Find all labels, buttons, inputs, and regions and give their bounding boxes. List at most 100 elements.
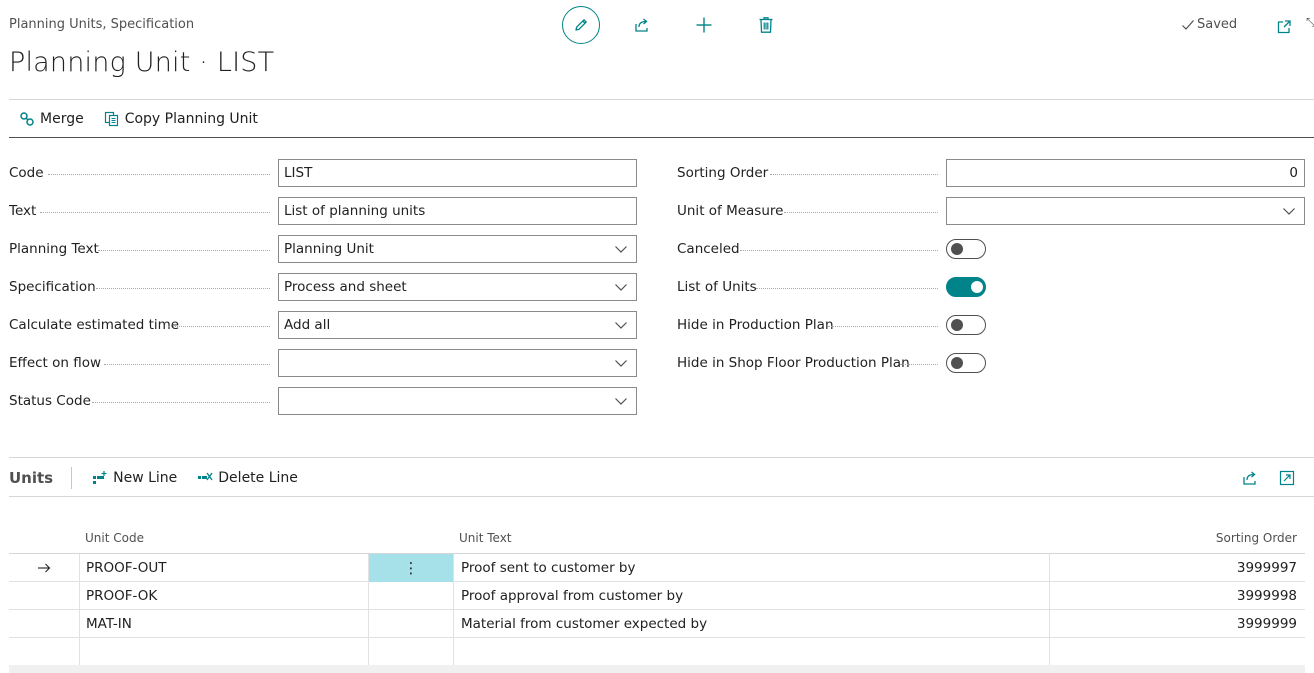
planning-text-value: Planning Unit xyxy=(284,241,374,257)
units-title[interactable]: Units xyxy=(9,467,73,489)
units-top-divider xyxy=(9,457,1314,458)
plus-icon xyxy=(696,17,712,33)
trash-icon xyxy=(759,17,773,33)
table-row[interactable]: PROOF-OK Proof approval from customer by… xyxy=(9,582,1305,610)
share-button[interactable] xyxy=(630,13,654,37)
list-of-units-toggle[interactable] xyxy=(946,277,986,297)
column-header-sorting-order[interactable]: Sorting Order xyxy=(1216,531,1297,545)
collapse-icon[interactable]: ⤡ xyxy=(1306,15,1314,30)
planning-text-select[interactable]: Planning Unit xyxy=(278,235,637,263)
leader-dots xyxy=(756,288,938,289)
sorting-order-cell[interactable]: 3999998 xyxy=(1050,582,1305,610)
field-label: List of Units xyxy=(677,279,757,295)
copy-planning-unit-button[interactable]: Copy Planning Unit xyxy=(94,100,268,138)
action-bar: Merge Copy Planning Unit xyxy=(9,100,268,138)
text-value: List of planning units xyxy=(284,203,426,219)
table-row[interactable] xyxy=(9,638,1305,666)
canceled-toggle[interactable] xyxy=(946,239,986,259)
column-header-unit-text[interactable]: Unit Text xyxy=(459,531,512,545)
unit-text-cell[interactable]: Proof sent to customer by xyxy=(454,554,1050,582)
toggle-knob xyxy=(971,281,983,293)
text-input[interactable]: List of planning units xyxy=(278,197,637,225)
new-line-button[interactable]: New Line xyxy=(72,459,187,497)
row-actions-button[interactable]: ⋮ xyxy=(369,554,454,582)
unit-code-cell[interactable]: PROOF-OUT xyxy=(80,554,369,582)
unit-of-measure-select[interactable] xyxy=(946,197,1305,225)
specification-value: Process and sheet xyxy=(284,279,407,295)
row-indicator xyxy=(9,610,80,638)
field-effect-on-flow: Effect on flow xyxy=(9,349,101,377)
field-label: Text xyxy=(9,203,37,219)
sorting-order-cell[interactable]: 3999997 xyxy=(1050,554,1305,582)
row-actions-cell[interactable] xyxy=(369,582,454,610)
chevron-down-icon xyxy=(615,322,627,329)
hide-in-shop-floor-production-plan-toggle[interactable] xyxy=(946,353,986,373)
table-footer xyxy=(9,665,1305,673)
row-indicator xyxy=(9,582,80,610)
units-grid: PROOF-OUT ⋮ Proof sent to customer by 39… xyxy=(9,553,1305,666)
field-label: Unit of Measure xyxy=(677,203,784,219)
saved-status: Saved xyxy=(1181,17,1237,32)
sorting-order-cell[interactable]: 3999999 xyxy=(1050,610,1305,638)
units-share-button[interactable] xyxy=(1238,466,1262,490)
status-code-select[interactable] xyxy=(278,387,637,415)
table-row[interactable]: MAT-IN Material from customer expected b… xyxy=(9,610,1305,638)
merge-button[interactable]: Merge xyxy=(9,100,94,138)
leader-dots xyxy=(770,174,938,175)
breadcrumb[interactable]: Planning Units, Specification xyxy=(9,17,194,32)
sorting-order-cell[interactable] xyxy=(1050,638,1305,666)
arrow-right-icon xyxy=(38,563,51,573)
leader-dots xyxy=(740,250,938,251)
chevron-down-icon xyxy=(615,284,627,291)
delete-button[interactable] xyxy=(754,13,778,37)
unit-code-cell[interactable]: PROOF-OK xyxy=(80,582,369,610)
table-row[interactable]: PROOF-OUT ⋮ Proof sent to customer by 39… xyxy=(9,554,1305,582)
edit-button[interactable] xyxy=(562,6,600,44)
leader-dots xyxy=(900,364,938,365)
delete-line-button[interactable]: Delete Line xyxy=(187,459,308,497)
row-actions-cell[interactable] xyxy=(369,638,454,666)
field-unit-of-measure: Unit of Measure xyxy=(677,197,783,225)
copy-document-icon xyxy=(104,111,118,127)
unit-text-cell[interactable] xyxy=(454,638,1050,666)
delete-line-label: Delete Line xyxy=(218,470,298,486)
merge-icon xyxy=(20,112,34,126)
units-focus-mode-button[interactable] xyxy=(1275,466,1299,490)
unit-text-cell[interactable]: Proof approval from customer by xyxy=(454,582,1050,610)
leader-dots xyxy=(168,326,270,327)
field-hide-in-shop-floor-production-plan: Hide in Shop Floor Production Plan xyxy=(677,349,910,377)
toggle-knob xyxy=(951,319,963,331)
field-status-code: Status Code xyxy=(9,387,91,415)
expand-icon xyxy=(1279,470,1295,486)
unit-code-cell[interactable]: MAT-IN xyxy=(80,610,369,638)
actionbar-divider xyxy=(9,137,1314,138)
share-icon xyxy=(635,18,648,32)
leader-dots xyxy=(48,174,270,175)
specification-select[interactable]: Process and sheet xyxy=(278,273,637,301)
code-input[interactable]: LIST xyxy=(278,159,637,187)
field-canceled: Canceled xyxy=(677,235,740,263)
units-toolbar-divider xyxy=(9,496,1314,497)
leader-dots xyxy=(40,212,270,213)
chevron-down-icon xyxy=(615,246,627,253)
unit-text-cell[interactable]: Material from customer expected by xyxy=(454,610,1050,638)
leader-dots xyxy=(828,326,938,327)
field-specification: Specification xyxy=(9,273,96,301)
sorting-order-input[interactable]: 0 xyxy=(946,159,1305,187)
hide-in-production-plan-toggle[interactable] xyxy=(946,315,986,335)
column-header-unit-code[interactable]: Unit Code xyxy=(85,531,144,545)
field-label: Canceled xyxy=(677,241,740,257)
new-button[interactable] xyxy=(692,13,716,37)
calculate-estimated-time-select[interactable]: Add all xyxy=(278,311,637,339)
field-label: Status Code xyxy=(9,393,91,409)
calculate-estimated-time-value: Add all xyxy=(284,317,331,333)
open-new-window-button[interactable] xyxy=(1272,15,1296,39)
top-actions xyxy=(562,6,600,44)
row-actions-cell[interactable] xyxy=(369,610,454,638)
leader-dots xyxy=(784,212,938,213)
field-sorting-order: Sorting Order xyxy=(677,159,768,187)
effect-on-flow-select[interactable] xyxy=(278,349,637,377)
unit-code-cell[interactable] xyxy=(80,638,369,666)
leader-dots xyxy=(92,402,270,403)
saved-label: Saved xyxy=(1197,17,1238,32)
